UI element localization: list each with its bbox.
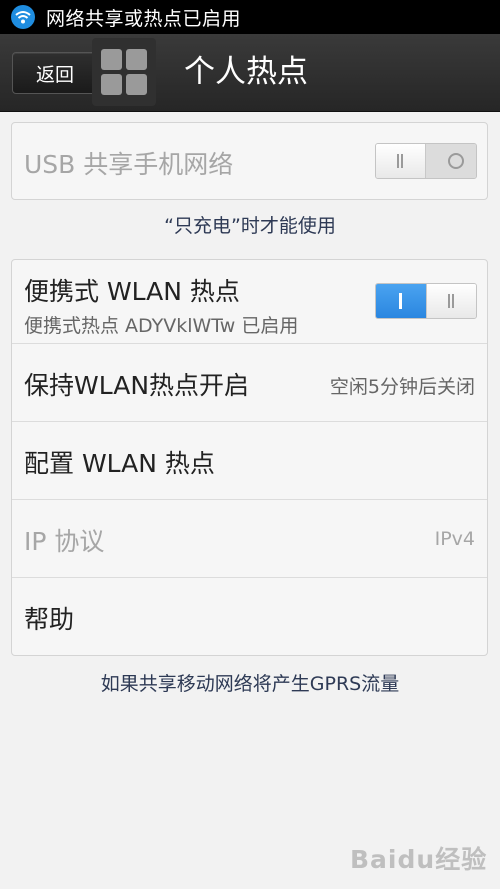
switch-track xyxy=(376,284,426,318)
grid-square xyxy=(101,49,122,70)
ip-protocol-row: IP 协议 IPv4 xyxy=(12,500,487,578)
grip-line xyxy=(397,154,399,168)
usb-tethering-card: USB 共享手机网络 xyxy=(11,122,488,200)
help-label: 帮助 xyxy=(24,605,75,634)
keep-hotspot-on-label: 保持WLAN热点开启 xyxy=(24,371,250,400)
grip-line xyxy=(448,294,450,308)
footer-note: 如果共享移动网络将产生GPRS流量 xyxy=(100,673,400,695)
baidu-watermark: Baidu经验 xyxy=(350,828,490,878)
configure-hotspot-row[interactable]: 配置 WLAN 热点 xyxy=(12,422,487,500)
switch-thumb xyxy=(376,144,426,178)
grid-square xyxy=(126,49,147,70)
watermark-text: Baidu经验 xyxy=(350,845,488,874)
usb-note: “只充电”时才能使用 xyxy=(164,215,336,237)
status-bar: 网络共享或热点已启用 xyxy=(0,0,500,34)
ip-protocol-value: IPv4 xyxy=(434,528,475,550)
wlan-card: 便携式 WLAN 热点 便携式热点 ADYVklWTw 已启用 保持WLAN热点… xyxy=(11,259,488,656)
switch-thumb xyxy=(426,284,476,318)
on-bar-icon xyxy=(399,293,402,309)
keep-hotspot-on-value: 空闲5分钟后关闭 xyxy=(329,376,475,398)
configure-hotspot-label: 配置 WLAN 热点 xyxy=(24,449,215,478)
grid-apps-icon[interactable] xyxy=(92,38,156,106)
portable-hotspot-switch[interactable] xyxy=(375,283,477,319)
usb-tethering-label: USB 共享手机网络 xyxy=(24,150,234,179)
usb-tethering-switch[interactable] xyxy=(375,143,477,179)
off-ring-icon xyxy=(448,153,464,169)
status-text: 网络共享或热点已启用 xyxy=(46,7,242,30)
portable-hotspot-label: 便携式 WLAN 热点 xyxy=(24,277,240,306)
usb-tethering-row[interactable]: USB 共享手机网络 xyxy=(12,123,487,199)
help-row[interactable]: 帮助 xyxy=(12,578,487,655)
back-button[interactable]: 返回 xyxy=(12,52,98,94)
keep-hotspot-on-row[interactable]: 保持WLAN热点开启 空闲5分钟后关闭 xyxy=(12,344,487,422)
portable-hotspot-status: 便携式热点 ADYVklWTw 已启用 xyxy=(24,315,299,337)
grip-line xyxy=(401,154,403,168)
grid-square xyxy=(101,74,122,95)
grid-square xyxy=(126,74,147,95)
page-title: 个人热点 xyxy=(184,54,308,90)
action-bar: 返回 个人热点 xyxy=(0,34,500,112)
ip-protocol-label: IP 协议 xyxy=(24,527,105,556)
grip-line xyxy=(452,294,454,308)
switch-track xyxy=(426,144,476,178)
wifi-hotspot-icon xyxy=(11,5,35,29)
portable-hotspot-row[interactable]: 便携式 WLAN 热点 便携式热点 ADYVklWTw 已启用 xyxy=(12,260,487,344)
